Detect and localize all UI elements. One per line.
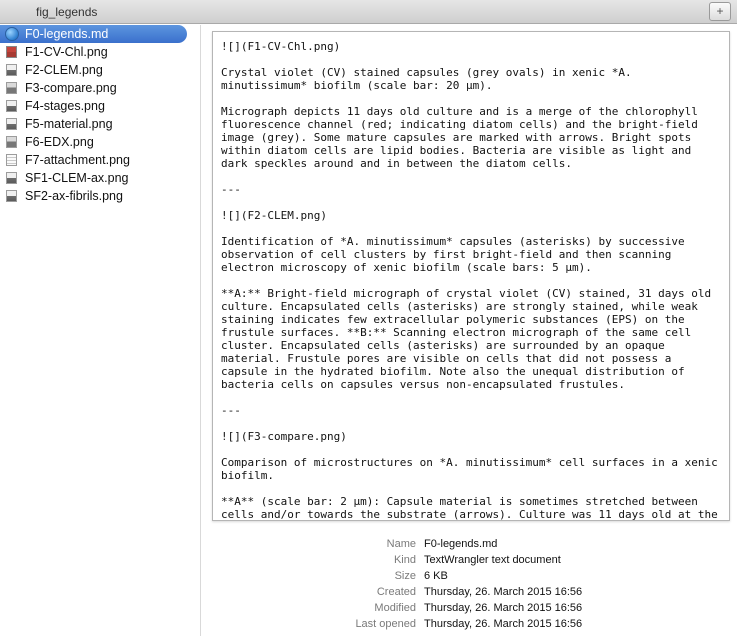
file-name: F6-EDX.png [25, 135, 94, 149]
file-item-f4-stages[interactable]: F4-stages.png [0, 97, 200, 115]
preview-text: ![](F1-CV-Chl.png) Crystal violet (CV) s… [221, 40, 718, 521]
info-value: Thursday, 26. March 2015 16:56 [424, 586, 583, 598]
file-item-f1-cv-chl[interactable]: F1-CV-Chl.png [0, 43, 200, 61]
image-file-icon [6, 190, 17, 202]
file-name: F1-CV-Chl.png [25, 45, 108, 59]
image-file-icon [6, 100, 17, 112]
file-name: F5-material.png [25, 117, 113, 131]
info-row-last-opened: Last opened Thursday, 26. March 2015 16:… [212, 616, 730, 632]
file-name: F7-attachment.png [25, 153, 130, 167]
info-label: Last opened [355, 618, 416, 630]
file-name: F2-CLEM.png [25, 63, 103, 77]
file-item-sf2-ax-fibrils[interactable]: SF2-ax-fibrils.png [0, 187, 200, 205]
info-row-size: Size 6 KB [212, 568, 730, 584]
file-item-f0-legends[interactable]: F0-legends.md [0, 25, 187, 43]
file-item-f5-material[interactable]: F5-material.png [0, 115, 200, 133]
info-row-created: Created Thursday, 26. March 2015 16:56 [212, 584, 730, 600]
file-item-f3-compare[interactable]: F3-compare.png [0, 79, 200, 97]
file-item-f2-clem[interactable]: F2-CLEM.png [0, 61, 200, 79]
file-name: F3-compare.png [25, 81, 117, 95]
file-list: F0-legends.md F1-CV-Chl.png F2-CLEM.png … [0, 25, 201, 636]
info-row-modified: Modified Thursday, 26. March 2015 16:56 [212, 600, 730, 616]
file-name: SF1-CLEM-ax.png [25, 171, 129, 185]
info-label: Kind [393, 554, 416, 566]
markdown-file-icon [5, 27, 19, 41]
image-file-icon [6, 82, 17, 94]
info-value: Thursday, 26. March 2015 16:56 [424, 602, 583, 614]
info-value: F0-legends.md [424, 538, 498, 550]
info-value: Thursday, 26. March 2015 16:56 [424, 618, 583, 630]
info-row-name: Name F0-legends.md [212, 536, 730, 552]
info-value: TextWrangler text document [424, 554, 561, 566]
file-name: F0-legends.md [25, 27, 109, 41]
image-file-icon [6, 46, 17, 58]
file-item-f7-attachment[interactable]: F7-attachment.png [0, 151, 200, 169]
column-header-bar: fig_legends + [0, 0, 737, 24]
file-info-panel: Name F0-legends.md Kind TextWrangler tex… [212, 536, 730, 632]
image-file-icon [6, 118, 17, 130]
image-file-icon [6, 172, 17, 184]
image-file-icon [6, 64, 17, 76]
info-label: Created [376, 586, 416, 598]
file-name: SF2-ax-fibrils.png [25, 189, 123, 203]
info-label: Name [386, 538, 416, 550]
document-file-icon [6, 154, 17, 166]
info-row-kind: Kind TextWrangler text document [212, 552, 730, 568]
file-name: F4-stages.png [25, 99, 105, 113]
file-item-f6-edx[interactable]: F6-EDX.png [0, 133, 200, 151]
image-file-icon [6, 136, 17, 148]
info-value: 6 KB [424, 570, 448, 582]
info-label: Size [394, 570, 416, 582]
info-label: Modified [374, 602, 416, 614]
file-preview-pane[interactable]: ![](F1-CV-Chl.png) Crystal violet (CV) s… [212, 31, 730, 521]
add-button[interactable]: + [709, 2, 731, 21]
file-item-sf1-clem-ax[interactable]: SF1-CLEM-ax.png [0, 169, 200, 187]
folder-title: fig_legends [36, 5, 98, 19]
